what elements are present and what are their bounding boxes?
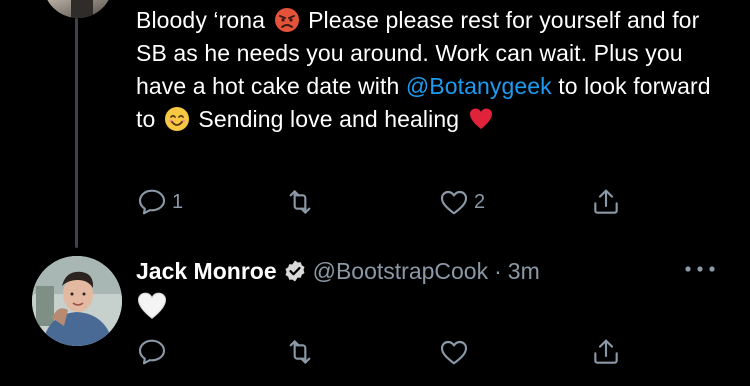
tweet-timestamp[interactable]: 3m (508, 258, 540, 285)
red-heart-emoji (469, 108, 492, 129)
avatar[interactable] (43, 0, 113, 18)
reply-icon (138, 339, 166, 365)
share-icon (594, 189, 618, 214)
reply-button[interactable] (136, 332, 168, 372)
reply-count: 1 (172, 190, 184, 213)
display-name[interactable]: Jack Monroe (136, 258, 277, 285)
white-heart-emoji (137, 292, 167, 319)
share-icon (594, 339, 618, 364)
tweet-header: Jack Monroe @BootstrapCook · 3m (136, 255, 540, 287)
thread-connector-line (75, 18, 78, 248)
tweet-text: Bloody ‘rona Please please rest for your… (136, 4, 736, 136)
tweet-text-segment: Sending love and healing (198, 106, 460, 132)
retweet-icon (289, 190, 311, 214)
avatar[interactable] (32, 256, 122, 346)
share-button[interactable] (590, 332, 622, 372)
verified-icon (285, 260, 305, 282)
like-count: 2 (474, 190, 486, 213)
user-handle[interactable]: @BootstrapCook (313, 258, 489, 285)
tweet-actions (136, 332, 696, 372)
like-icon (440, 340, 468, 365)
angry-face-emoji (274, 8, 299, 32)
more-icon[interactable] (682, 262, 718, 276)
mention-link[interactable]: @Botanygeek (406, 73, 552, 99)
tweet-text-segment: Bloody ‘rona (136, 7, 266, 33)
tweet-actions: 1 2 (136, 182, 696, 222)
smiling-face-emoji (164, 107, 189, 131)
retweet-button[interactable] (284, 182, 316, 222)
like-icon (440, 190, 468, 215)
profile-photo (32, 256, 122, 346)
retweet-icon (289, 340, 311, 364)
separator-dot: · (494, 257, 502, 284)
retweet-button[interactable] (284, 332, 316, 372)
like-button[interactable] (438, 332, 470, 372)
share-button[interactable] (590, 182, 622, 222)
reply-button[interactable]: 1 (136, 182, 183, 222)
like-button[interactable]: 2 (438, 182, 485, 222)
reply-icon (138, 189, 166, 215)
